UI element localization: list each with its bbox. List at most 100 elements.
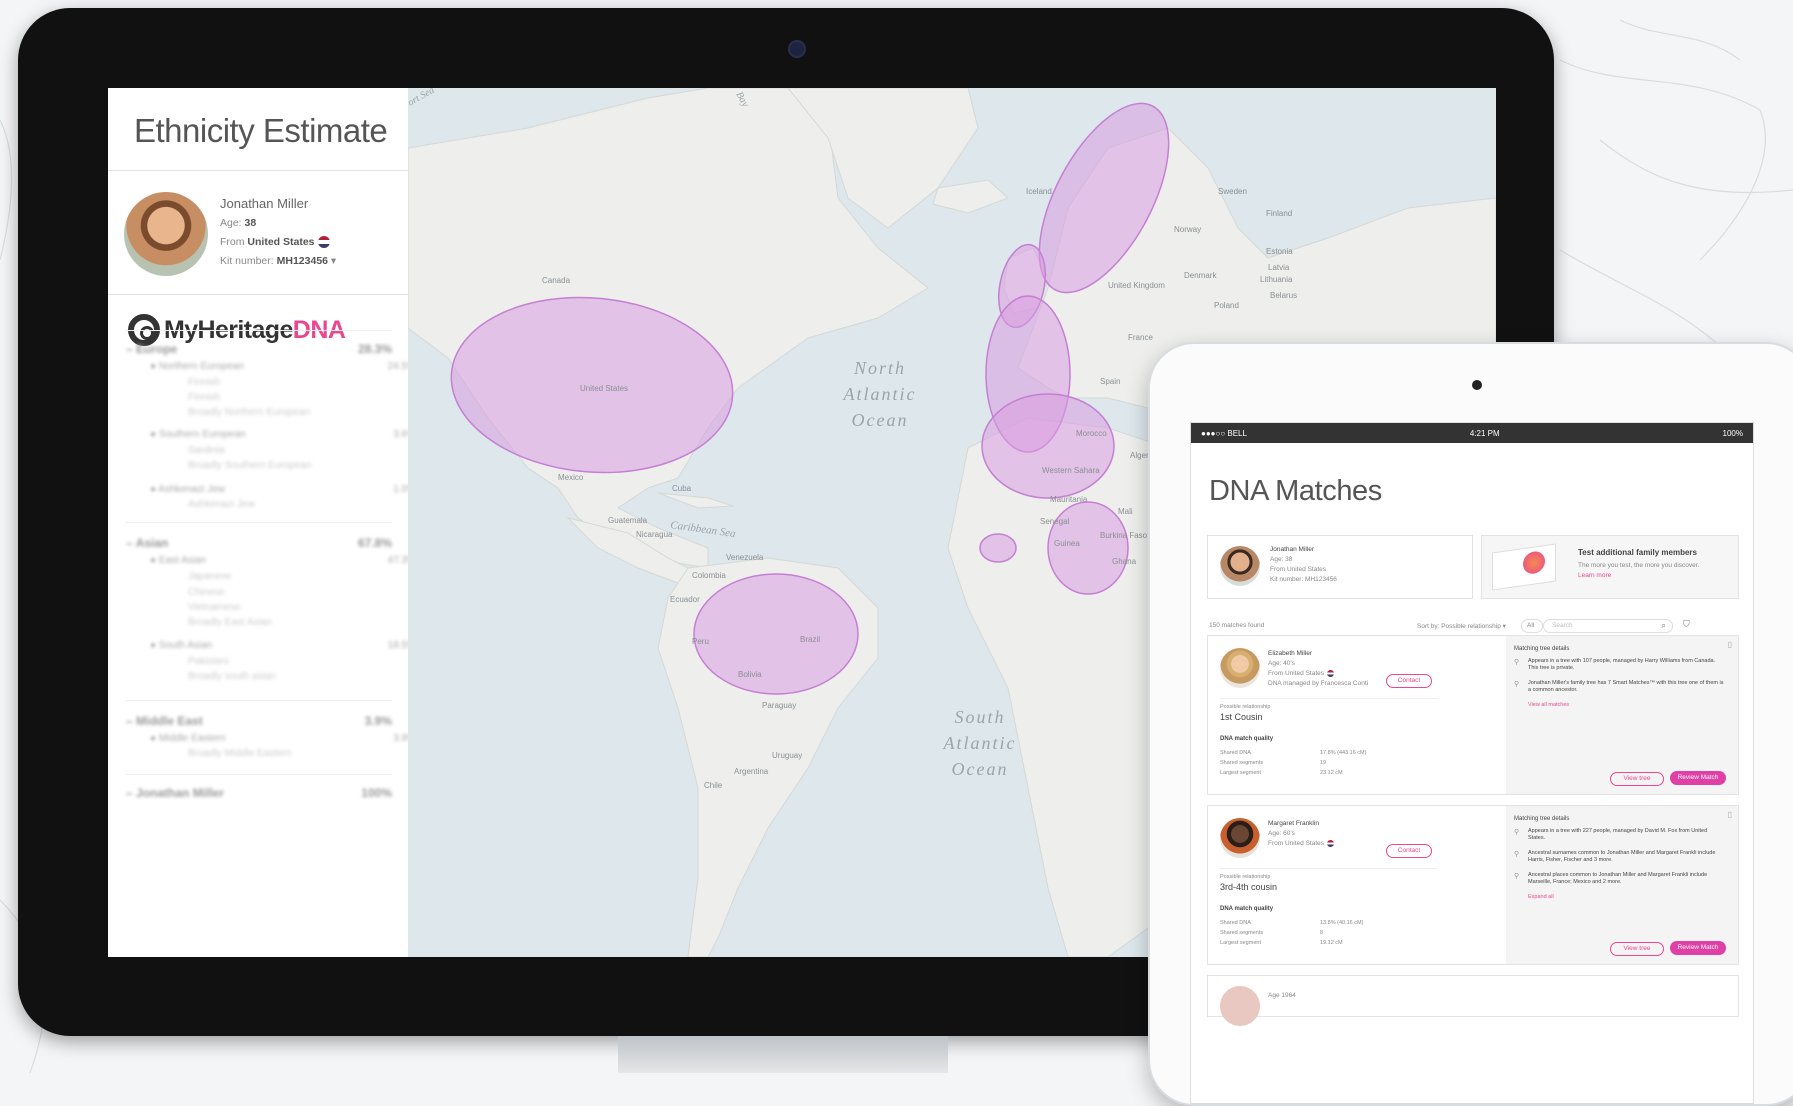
ethnicity-row[interactable]: ● Northern European 24.5%: [126, 361, 416, 372]
bullet-icon: ●: [150, 361, 159, 372]
profile-kit[interactable]: Kit number: MH123456: [1270, 576, 1337, 583]
bullet-icon: ●: [150, 733, 159, 744]
ocean-label-south-3: Ocean: [952, 759, 1009, 779]
expand-link[interactable]: View all matches: [1528, 702, 1724, 709]
ethnicity-label: Pakistani: [188, 656, 229, 667]
divider: [126, 522, 392, 523]
tablet-screen: ●●●○○ BELL 4:21 PM 100% DNA Matches Jona…: [1190, 422, 1754, 1104]
match-quality-label: DNA match quality: [1220, 906, 1274, 912]
contact-button[interactable]: Contact: [1386, 844, 1432, 858]
bookmark-icon[interactable]: ▯: [1728, 640, 1732, 649]
tablet-camera: [1472, 380, 1482, 390]
stat-label: Largest segment: [1220, 940, 1261, 946]
tree-detail-text: Ancestral places common to Jonathan Mill…: [1528, 872, 1708, 885]
ethnicity-row[interactable]: – Asian 67.8%: [126, 536, 392, 550]
match-name[interactable]: Elizabeth Miller: [1268, 650, 1312, 657]
tree-details-title: Matching tree details: [1514, 816, 1570, 822]
map-label-ecuador: Ecuador: [670, 595, 700, 604]
ethnicity-row: Finnish8.6%: [126, 377, 454, 388]
stat-label: Shared segments: [1220, 760, 1264, 766]
match-card[interactable]: Age 1964: [1207, 975, 1739, 1026]
search-icon: ⌕: [1661, 621, 1666, 630]
carrier-text: ●●●○○ BELL: [1201, 428, 1247, 438]
ocean-label-south-1: South: [954, 707, 1005, 727]
monitor-stand: [618, 1036, 948, 1073]
view-tree-button[interactable]: View tree: [1610, 772, 1664, 786]
map-label-mexico: Mexico: [558, 473, 584, 482]
match-card[interactable]: Elizabeth Miller Age: 40's From United Sta…: [1207, 635, 1739, 795]
map-label-sweden: Sweden: [1218, 187, 1247, 196]
ethnicity-row: Japanese22.5%: [126, 571, 454, 582]
stat-label: Shared segments: [1220, 930, 1264, 936]
ethnicity-label: Sardinia: [188, 445, 225, 456]
ethnicity-row: Finnish1.3%: [126, 392, 454, 403]
ethnicity-label: Vietnamese: [188, 602, 241, 613]
promo-card[interactable]: Test additional family members The more …: [1481, 535, 1739, 599]
tree-detail-text: Ancestral surnames common to Jonathan Mi…: [1528, 850, 1716, 863]
status-bar: ●●●○○ BELL 4:21 PM 100%: [1191, 423, 1753, 443]
map-label-venezuela: Venezuela: [726, 553, 764, 562]
filter-icon[interactable]: ⛉: [1683, 619, 1690, 630]
tree-detail-text: Jonathan Miller's family tree has 7 Smar…: [1528, 680, 1724, 693]
tablet-device: ●●●○○ BELL 4:21 PM 100% DNA Matches Jona…: [1148, 342, 1793, 1106]
bullet-icon: ●: [150, 555, 159, 566]
review-match-button[interactable]: Review Match: [1670, 771, 1726, 785]
stat-value: 8: [1320, 930, 1324, 936]
ethnicity-label: Broadly south asian: [188, 671, 276, 682]
expand-link[interactable]: Expand all: [1528, 894, 1724, 901]
bookmark-icon[interactable]: ▯: [1728, 810, 1732, 819]
ethnicity-label: Broadly Middle Eastern: [188, 748, 292, 759]
ethnicity-label: Broadly East Asian: [188, 617, 272, 628]
divider: [126, 330, 392, 331]
ocean-label-north-2: Atlantic: [843, 384, 917, 404]
ethnicity-row[interactable]: – Jonathan Miller 100%: [126, 786, 392, 800]
map-label-france: France: [1128, 333, 1153, 342]
avatar[interactable]: [1220, 648, 1260, 688]
ethnicity-row[interactable]: ● East Asian 47.3%: [126, 555, 416, 566]
match-from: From United States: [1268, 840, 1334, 847]
match-card[interactable]: Margaret Franklin Age: 60's From United St…: [1207, 805, 1739, 965]
contact-button[interactable]: Contact: [1386, 674, 1432, 688]
divider: [126, 700, 392, 701]
ethnicity-row[interactable]: – Europe 28.3%: [126, 342, 392, 356]
ethnicity-label: Finnish: [188, 377, 221, 388]
ethnicity-row[interactable]: ● Ashkenazi Jew 1.0%: [126, 484, 416, 495]
avatar: [1220, 546, 1260, 586]
filter-dropdown[interactable]: All: [1521, 619, 1543, 633]
us-flag-icon: [1327, 840, 1334, 847]
sort-dropdown[interactable]: Sort by: Possible relationship ▾: [1417, 622, 1506, 630]
ethnicity-row: Chinese12.4%: [126, 587, 454, 598]
ethnicity-row[interactable]: ● Middle Eastern 3.9%: [126, 733, 416, 744]
map-label-bolivia: Bolivia: [738, 670, 762, 679]
avatar[interactable]: [1220, 986, 1260, 1026]
ethnicity-row[interactable]: ● South Asian 18.5%: [126, 640, 416, 651]
dna-kit-box-icon: [1492, 543, 1556, 591]
ethnicity-label: Ashkenazi Jew: [158, 484, 225, 495]
promo-title: Test additional family members: [1578, 548, 1697, 557]
stat-label: Shared DNA: [1220, 920, 1251, 926]
profile-kit[interactable]: Kit number: MH123456 ▾: [220, 255, 336, 267]
learn-more-link[interactable]: Learn more: [1578, 572, 1611, 579]
profile-age: Age: 38: [220, 217, 257, 229]
profile-name[interactable]: Jonathan Miller: [220, 196, 308, 211]
matches-count: 150 matches found: [1209, 622, 1265, 629]
search-input[interactable]: Search ⌕: [1543, 619, 1673, 633]
match-name[interactable]: Margaret Franklin: [1268, 820, 1319, 827]
review-match-button[interactable]: Review Match: [1670, 941, 1726, 955]
avatar[interactable]: [1220, 818, 1260, 858]
ethnicity-label: Jonathan Miller: [136, 786, 225, 800]
map-label-iceland: Iceland: [1026, 187, 1052, 196]
view-tree-button[interactable]: View tree: [1610, 942, 1664, 956]
map-label-spain: Spain: [1100, 377, 1120, 386]
map-label-brazil: Brazil: [800, 635, 820, 644]
bullet-icon: –: [126, 714, 137, 728]
avatar[interactable]: [124, 192, 208, 276]
match-age: Age 1964: [1268, 992, 1296, 999]
stat-value: 19.12 cM: [1320, 940, 1343, 946]
ethnicity-row[interactable]: ● Southern European 3.6%: [126, 429, 416, 440]
bullet-icon: –: [126, 536, 136, 550]
map-label-ghana: Ghana: [1112, 557, 1137, 566]
ethnicity-row: Vietnamese9.2%: [126, 602, 454, 613]
ethnicity-row[interactable]: – Middle East 3.9%: [126, 714, 392, 728]
profile-card[interactable]: Jonathan Miller Age: 38 From United Stat…: [1207, 535, 1473, 599]
